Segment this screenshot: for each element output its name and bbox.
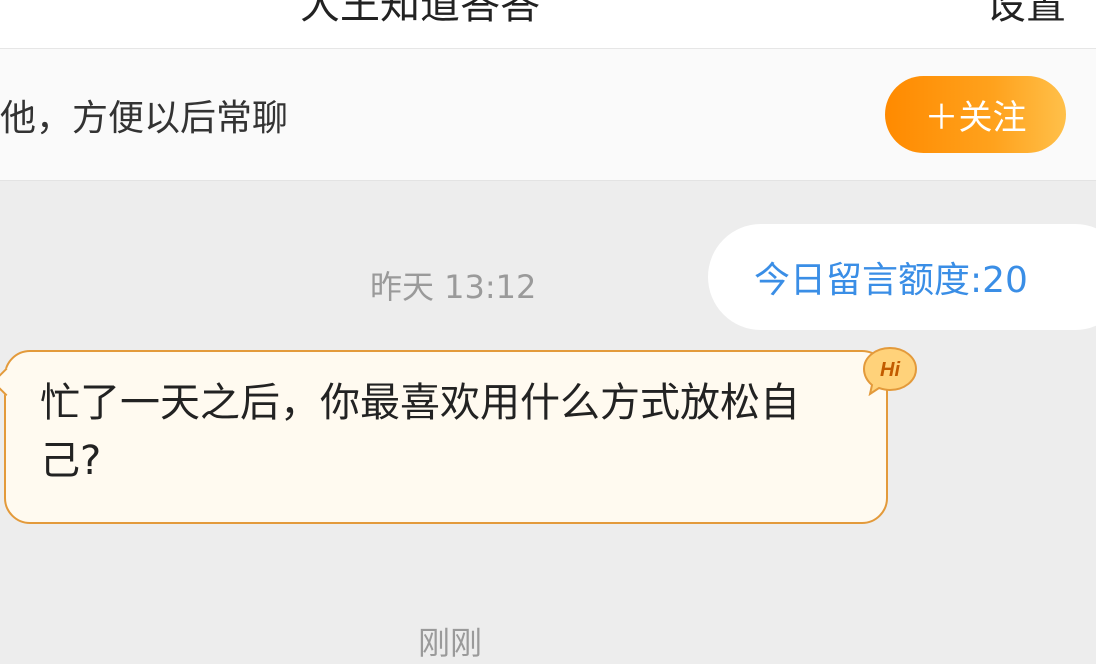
timestamp: 刚刚 (418, 624, 483, 662)
message-text: 忙了一天之后，你最喜欢用什么方式放松自己? (40, 380, 800, 484)
follow-prompt-bar: 他，方便以后常聊 ＋关注 (0, 49, 1096, 181)
follow-tip-text: 他，方便以后常聊 (0, 97, 289, 139)
timestamp: 昨天 13:12 (370, 268, 537, 306)
hi-speech-badge-icon: Hi (862, 346, 918, 396)
follow-button[interactable]: ＋关注 (885, 76, 1066, 153)
message-bubble[interactable]: 忙了一天之后，你最喜欢用什么方式放松自己? (0, 350, 888, 524)
settings-button[interactable]: 设置 (986, 0, 1066, 30)
bubble-tail (0, 367, 21, 397)
page-title: 大王知道答答 (300, 0, 540, 28)
message-quota-pill: 今日留言额度:20 (708, 224, 1096, 330)
hi-badge-label: Hi (880, 359, 900, 381)
top-navigation-bar: 大王知道答答 设置 (0, 0, 1096, 49)
